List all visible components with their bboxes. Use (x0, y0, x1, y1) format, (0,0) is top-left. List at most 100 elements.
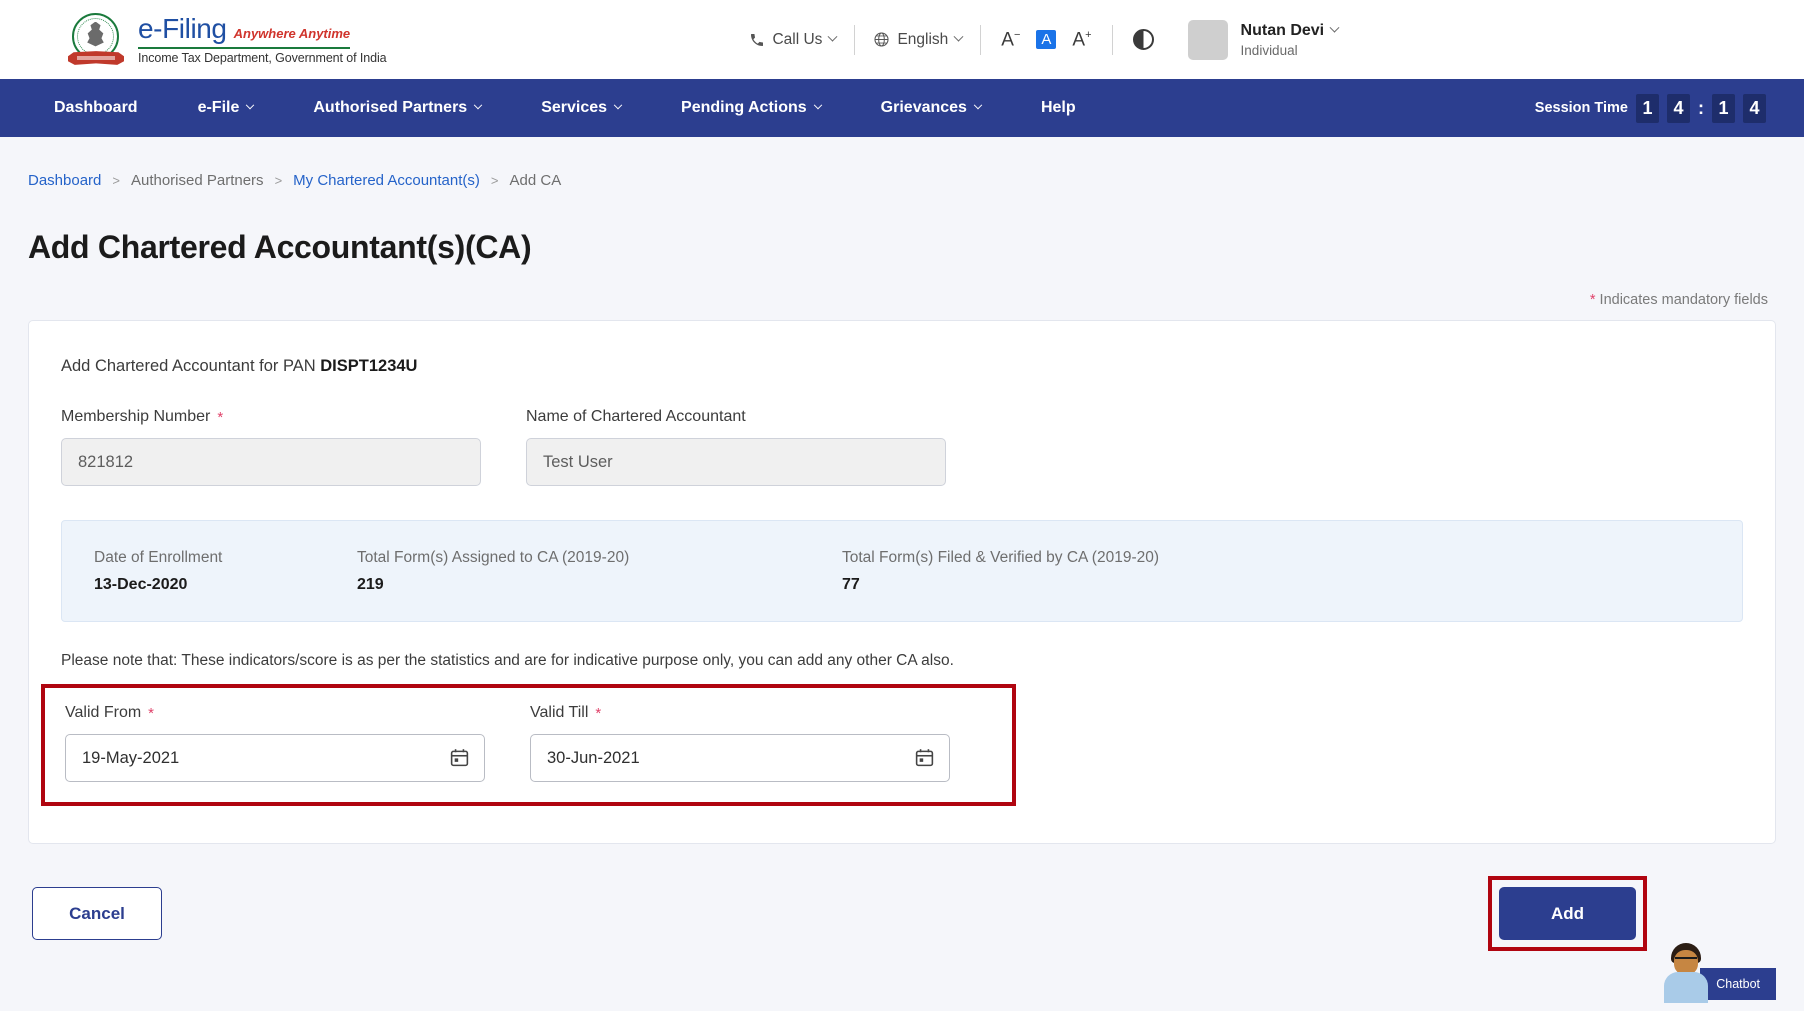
nav-label: Pending Actions (681, 99, 807, 117)
chevron-down-icon (474, 101, 482, 109)
valid-from-input[interactable] (65, 734, 485, 782)
user-role: Individual (1241, 43, 1339, 58)
cancel-button[interactable]: Cancel (32, 887, 162, 940)
chevron-down-icon (813, 101, 821, 109)
chevron-down-icon (974, 101, 982, 109)
stat-label: Total Form(s) Filed & Verified by CA (20… (842, 549, 1159, 567)
required-star: * (595, 705, 601, 722)
breadcrumb-separator: > (491, 173, 499, 188)
header-tools: Call Us English A− A A+ (731, 20, 1338, 60)
department-name: Income Tax Department, Government of Ind… (138, 52, 386, 65)
nav-item-pending-actions[interactable]: Pending Actions (651, 99, 851, 117)
ca-name-label-wrap: Name of Chartered Accountant (526, 408, 946, 426)
nav-label: Help (1041, 99, 1076, 117)
nav-item-dashboard[interactable]: Dashboard (24, 99, 168, 117)
breadcrumb-separator: > (275, 173, 283, 188)
page-content: Dashboard > Authorised Partners > My Cha… (0, 137, 1804, 951)
valid-till-input[interactable] (530, 734, 950, 782)
valid-from-label: Valid From (65, 704, 141, 722)
membership-number-label: Membership Number (61, 408, 210, 426)
ca-statistics-panel: Date of Enrollment 13-Dec-2020 Total For… (61, 520, 1743, 622)
chevron-down-icon (246, 101, 254, 109)
nav-item-services[interactable]: Services (511, 99, 651, 117)
user-account-menu[interactable]: Nutan Devi Individual (1188, 20, 1339, 60)
ca-name-label: Name of Chartered Accountant (526, 408, 746, 426)
main-navigation: Dashboard e-File Authorised Partners Ser… (0, 79, 1804, 137)
nav-label: Dashboard (54, 99, 138, 117)
ca-name-input[interactable] (526, 438, 946, 486)
language-selector[interactable]: English (855, 31, 980, 49)
add-button[interactable]: Add (1499, 887, 1636, 940)
required-star: * (217, 409, 223, 426)
breadcrumb-item-add-ca: Add CA (510, 172, 562, 189)
indicator-note: Please note that: These indicators/score… (61, 652, 1743, 670)
breadcrumb-item-dashboard[interactable]: Dashboard (28, 172, 101, 189)
brand-tagline: Anywhere Anytime (234, 27, 351, 40)
ca-details-row: Membership Number * Name of Chartered Ac… (61, 408, 1743, 486)
stat-forms-assigned: Total Form(s) Assigned to CA (2019-20) 2… (357, 549, 842, 594)
membership-number-input[interactable] (61, 438, 481, 486)
nav-item-grievances[interactable]: Grievances (851, 99, 1011, 117)
chevron-down-icon (1330, 23, 1340, 33)
session-digit-1: 1 (1636, 94, 1659, 123)
font-size-controls: A− A A+ (981, 30, 1111, 49)
valid-till-label: Valid Till (530, 704, 588, 722)
calendar-icon[interactable] (914, 747, 935, 768)
add-ca-form-card: Add Chartered Accountant for PAN DISPT12… (28, 320, 1776, 844)
call-us-menu[interactable]: Call Us (731, 31, 854, 49)
required-star: * (1590, 292, 1596, 308)
nav-item-authorised-partners[interactable]: Authorised Partners (283, 99, 511, 117)
contrast-toggle-icon[interactable] (1133, 29, 1154, 50)
call-us-label: Call Us (772, 31, 822, 49)
session-timer-label: Session Time (1535, 100, 1628, 116)
session-digit-3: 1 (1712, 94, 1735, 123)
nav-label: Grievances (881, 99, 967, 117)
nav-label: Services (541, 99, 607, 117)
chatbot-widget[interactable]: Chatbot (1658, 941, 1776, 1003)
chevron-down-icon (828, 32, 838, 42)
membership-number-label-wrap: Membership Number * (61, 408, 481, 426)
nav-item-help[interactable]: Help (1011, 99, 1106, 117)
validity-dates-annotation: Valid From * (41, 684, 1016, 806)
valid-till-field: Valid Till * (530, 704, 950, 782)
chatbot-avatar-icon (1658, 941, 1714, 1003)
nav-label: Authorised Partners (313, 99, 467, 117)
user-name: Nutan Devi (1241, 22, 1325, 40)
india-emblem-icon (68, 12, 124, 68)
site-logo[interactable]: e-Filing Anywhere Anytime Income Tax Dep… (0, 12, 386, 68)
mandatory-fields-note: * Indicates mandatory fields (28, 292, 1776, 308)
stat-label: Total Form(s) Assigned to CA (2019-20) (357, 549, 842, 567)
valid-from-field: Valid From * (65, 704, 485, 782)
breadcrumb-separator: > (112, 173, 120, 188)
chevron-down-icon (954, 32, 964, 42)
chevron-down-icon (614, 101, 622, 109)
pan-value: DISPT1234U (320, 357, 417, 375)
avatar (1188, 20, 1228, 60)
breadcrumb-item-authorised-partners[interactable]: Authorised Partners (131, 172, 264, 189)
session-timer: Session Time 1 4 : 1 4 (1535, 94, 1766, 123)
page-title: Add Chartered Accountant(s)(CA) (28, 229, 1776, 266)
mandatory-note-text: Indicates mandatory fields (1600, 292, 1768, 308)
brand-name: e-Filing (138, 15, 227, 43)
pan-prefix: Add Chartered Accountant for PAN (61, 357, 320, 375)
nav-label: e-File (198, 99, 240, 117)
stat-date-of-enrollment: Date of Enrollment 13-Dec-2020 (94, 549, 357, 594)
font-decrease-button[interactable]: A− (1001, 30, 1020, 49)
stat-value: 219 (357, 576, 842, 594)
form-actions: Cancel Add (28, 876, 1776, 951)
stat-value: 13-Dec-2020 (94, 576, 357, 594)
phone-icon (749, 32, 765, 48)
breadcrumb-item-my-chartered-accountants[interactable]: My Chartered Accountant(s) (293, 172, 480, 189)
session-separator: : (1698, 98, 1704, 119)
required-star: * (148, 705, 154, 722)
session-digit-4: 4 (1743, 94, 1766, 123)
divider (1112, 25, 1113, 55)
nav-item-efile[interactable]: e-File (168, 99, 284, 117)
valid-till-label-wrap: Valid Till * (530, 704, 950, 722)
font-normal-button[interactable]: A (1036, 30, 1056, 49)
valid-from-label-wrap: Valid From * (65, 704, 485, 722)
font-increase-button[interactable]: A+ (1072, 30, 1091, 49)
language-label: English (897, 31, 948, 49)
logo-divider (138, 47, 350, 50)
calendar-icon[interactable] (449, 747, 470, 768)
